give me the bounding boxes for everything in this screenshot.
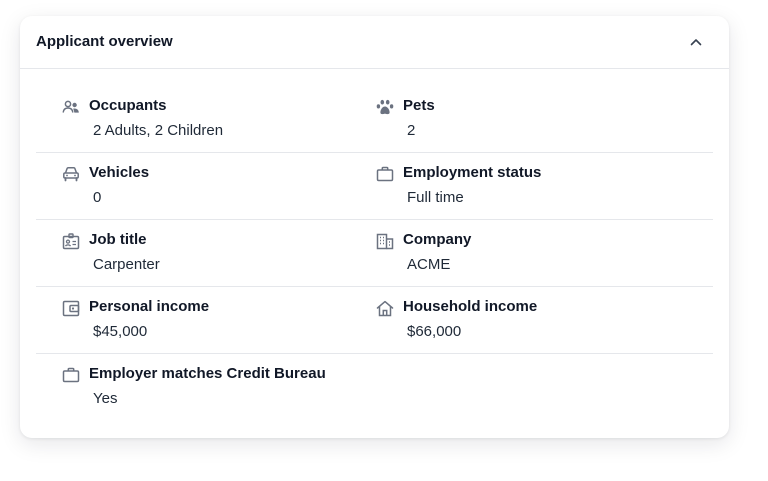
card-header: Applicant overview [20,16,729,69]
applicant-overview-card: Applicant overview Occupants 2 Adults, 2… [20,16,729,438]
field-value: Carpenter [93,256,160,273]
field-employment-status: Employment status Full time [350,153,690,219]
field-label: Job title [89,231,147,248]
card-title: Applicant overview [36,33,173,50]
field-label: Vehicles [89,164,150,181]
field-value: ACME [407,256,451,273]
field-label: Employment status [403,164,542,181]
field-value: 2 [407,122,416,139]
field-value: 0 [93,189,102,206]
field-label: Employer matches Credit Bureau [89,365,326,382]
paw-icon [374,96,396,118]
field-label: Personal income [89,298,210,315]
field-label: Household income [403,298,538,315]
field-employer-matches-credit-bureau: Employer matches Credit Bureau Yes [36,354,690,421]
field-value: Yes [93,390,118,407]
field-company: Company ACME [350,220,690,286]
briefcase-icon [374,163,396,185]
id-badge-icon [60,230,82,252]
overview-row: Employer matches Credit Bureau Yes [36,354,713,421]
building-icon [374,230,396,252]
field-value: Full time [407,189,464,206]
overview-row: Vehicles 0 Employment status Full time [36,153,713,220]
field-pets: Pets 2 [350,69,690,152]
chevron-up-icon [690,33,702,51]
car-icon [60,163,82,185]
field-label: Occupants [89,97,167,114]
field-label: Pets [403,97,435,114]
overview-body: Occupants 2 Adults, 2 Children Pets 2 Ve… [20,69,729,421]
field-value: $66,000 [407,323,462,340]
overview-row: Occupants 2 Adults, 2 Children Pets 2 [36,69,713,153]
field-value: $45,000 [93,323,148,340]
field-vehicles: Vehicles 0 [36,153,350,219]
field-job-title: Job title Carpenter [36,220,350,286]
field-personal-income: Personal income $45,000 [36,287,350,353]
overview-row: Personal income $45,000 Household income… [36,287,713,354]
field-occupants: Occupants 2 Adults, 2 Children [36,69,350,152]
briefcase-icon [60,364,82,386]
overview-row: Job title Carpenter Company ACME [36,220,713,287]
house-icon [374,297,396,319]
field-household-income: Household income $66,000 [350,287,690,353]
field-label: Company [403,231,472,248]
wallet-icon [60,297,82,319]
field-value: 2 Adults, 2 Children [93,122,224,139]
users-icon [60,96,82,118]
collapse-button[interactable] [685,31,707,53]
